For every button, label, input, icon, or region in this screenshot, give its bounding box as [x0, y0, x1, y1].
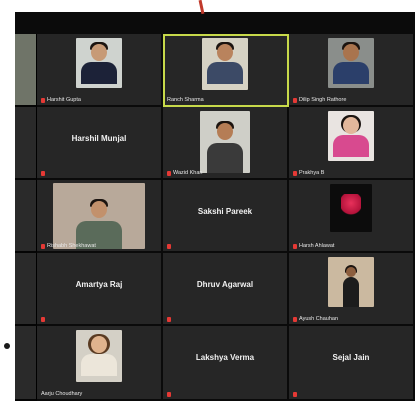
participant-name-center: Sejal Jain: [332, 353, 370, 362]
participant-name-center: Amartya Raj: [75, 280, 123, 289]
participant-name: Prakhya B: [299, 170, 325, 176]
participant-name: Wazid Khan: [173, 170, 203, 176]
participant-video: [53, 183, 145, 249]
face-shape: [91, 201, 107, 218]
muted-mic-icon: [167, 170, 171, 176]
tile-ayush-chauhan[interactable]: Ayush Chauhan: [289, 253, 415, 326]
tile-rishabh-shekhawat[interactable]: Rishabh Shekhawat: [37, 180, 163, 253]
partial-tile-left[interactable]: [15, 34, 37, 107]
tile-lakshya-verma[interactable]: Lakshya Verma: [163, 326, 289, 401]
muted-mic-icon: [41, 171, 45, 176]
participant-name-label: [167, 392, 171, 397]
body-shape: [207, 62, 243, 84]
tile-dhruv-agarwal[interactable]: Dhruv Agarwal: [163, 253, 289, 326]
participant-name-center: Sakshi Pareek: [197, 207, 253, 216]
participant-video: [200, 111, 250, 173]
muted-mic-icon: [41, 243, 45, 249]
participant-video: [328, 38, 374, 88]
muted-mic-icon: [41, 97, 45, 103]
tile-aarju-choudhary[interactable]: Aarju Choudhary: [37, 326, 163, 401]
tile-harshit-gupta[interactable]: Harshit Gupta: [37, 34, 163, 107]
participant-video: [202, 38, 248, 90]
participant-video: [76, 330, 122, 382]
participant-video: [330, 184, 372, 232]
participant-name: Ranch Sharma: [167, 97, 204, 103]
partial-tile-left[interactable]: [15, 253, 37, 326]
participant-name-label: Prakhya B: [293, 170, 324, 176]
participant-name: Dilip Singh Rathore: [299, 97, 347, 103]
participant-video: [328, 257, 374, 307]
tile-sakshi-pareek[interactable]: Sakshi Pareek: [163, 180, 289, 253]
participant-name-label: Rishabh Shekhawat: [41, 243, 96, 249]
body-shape: [207, 143, 243, 173]
participant-name-center: Dhruv Agarwal: [196, 280, 254, 289]
face-shape: [346, 267, 356, 277]
participant-name-label: Dilip Singh Rathore: [293, 97, 346, 103]
partial-tile-left[interactable]: [15, 180, 37, 253]
muted-mic-icon: [293, 392, 297, 397]
participant-name: Aarju Choudhary: [41, 391, 83, 397]
muted-mic-icon: [41, 317, 45, 322]
tile-amartya-raj[interactable]: Amartya Raj: [37, 253, 163, 326]
participant-name-label: Harsh Ahlawat: [293, 243, 334, 249]
video-gallery-window: Harshit Gupta Ranch Sharma Dilip Singh R…: [15, 34, 415, 401]
participant-name-center: Harshil Munjal: [71, 134, 127, 143]
face-shape: [217, 44, 233, 61]
participant-name-center: Lakshya Verma: [195, 353, 255, 362]
top-bar: [15, 12, 415, 34]
tile-prakhya[interactable]: Prakhya B: [289, 107, 415, 180]
tile-sejal-jain[interactable]: Sejal Jain: [289, 326, 415, 401]
participant-name: Harshit Gupta: [47, 97, 81, 103]
muted-mic-icon: [293, 243, 297, 249]
participant-name-label: [293, 392, 297, 397]
participant-name-label: [41, 317, 45, 322]
tile-harshil-munjal[interactable]: Harshil Munjal: [37, 107, 163, 180]
face-shape: [343, 44, 359, 61]
muted-mic-icon: [293, 170, 297, 176]
muted-mic-icon: [167, 392, 171, 397]
face-shape: [91, 336, 107, 353]
body-shape: [333, 135, 369, 157]
muted-mic-icon: [167, 244, 171, 249]
participant-name: Ayush Chauhan: [299, 316, 339, 322]
body-shape: [81, 354, 117, 376]
participant-name-label: [41, 171, 45, 176]
participant-name: Harsh Ahlawat: [299, 243, 335, 249]
gallery-grid: Harshit Gupta Ranch Sharma Dilip Singh R…: [15, 34, 415, 401]
participant-name: Rishabh Shekhawat: [47, 243, 96, 249]
tile-wazid-khan[interactable]: Wazid Khan: [163, 107, 289, 180]
side-dot: [4, 343, 10, 349]
participant-name-label: Ranch Sharma: [167, 97, 204, 103]
partial-tile-left[interactable]: [15, 326, 37, 401]
participant-video: [328, 111, 374, 161]
muted-mic-icon: [293, 97, 297, 103]
body-shape: [343, 277, 359, 307]
participant-name-label: Harshit Gupta: [41, 97, 81, 103]
face-shape: [343, 117, 359, 134]
muted-mic-icon: [167, 317, 171, 322]
tile-dilip-singh-rathore[interactable]: Dilip Singh Rathore: [289, 34, 415, 107]
participant-name-label: Aarju Choudhary: [41, 391, 82, 397]
face-shape: [217, 123, 233, 140]
body-shape: [333, 62, 369, 84]
muted-mic-icon: [293, 316, 297, 322]
participant-name-label: Ayush Chauhan: [293, 316, 338, 322]
participant-name-label: [167, 244, 171, 249]
tile-ranch-sharma[interactable]: Ranch Sharma: [163, 34, 289, 107]
participant-video: [76, 38, 122, 88]
partial-tile-left[interactable]: [15, 107, 37, 180]
rose-icon: [341, 194, 361, 220]
participant-name-label: [167, 317, 171, 322]
face-shape: [91, 44, 107, 61]
body-shape: [81, 62, 117, 84]
tile-harsh-ahlawat[interactable]: Harsh Ahlawat: [289, 180, 415, 253]
participant-name-label: Wazid Khan: [167, 170, 202, 176]
